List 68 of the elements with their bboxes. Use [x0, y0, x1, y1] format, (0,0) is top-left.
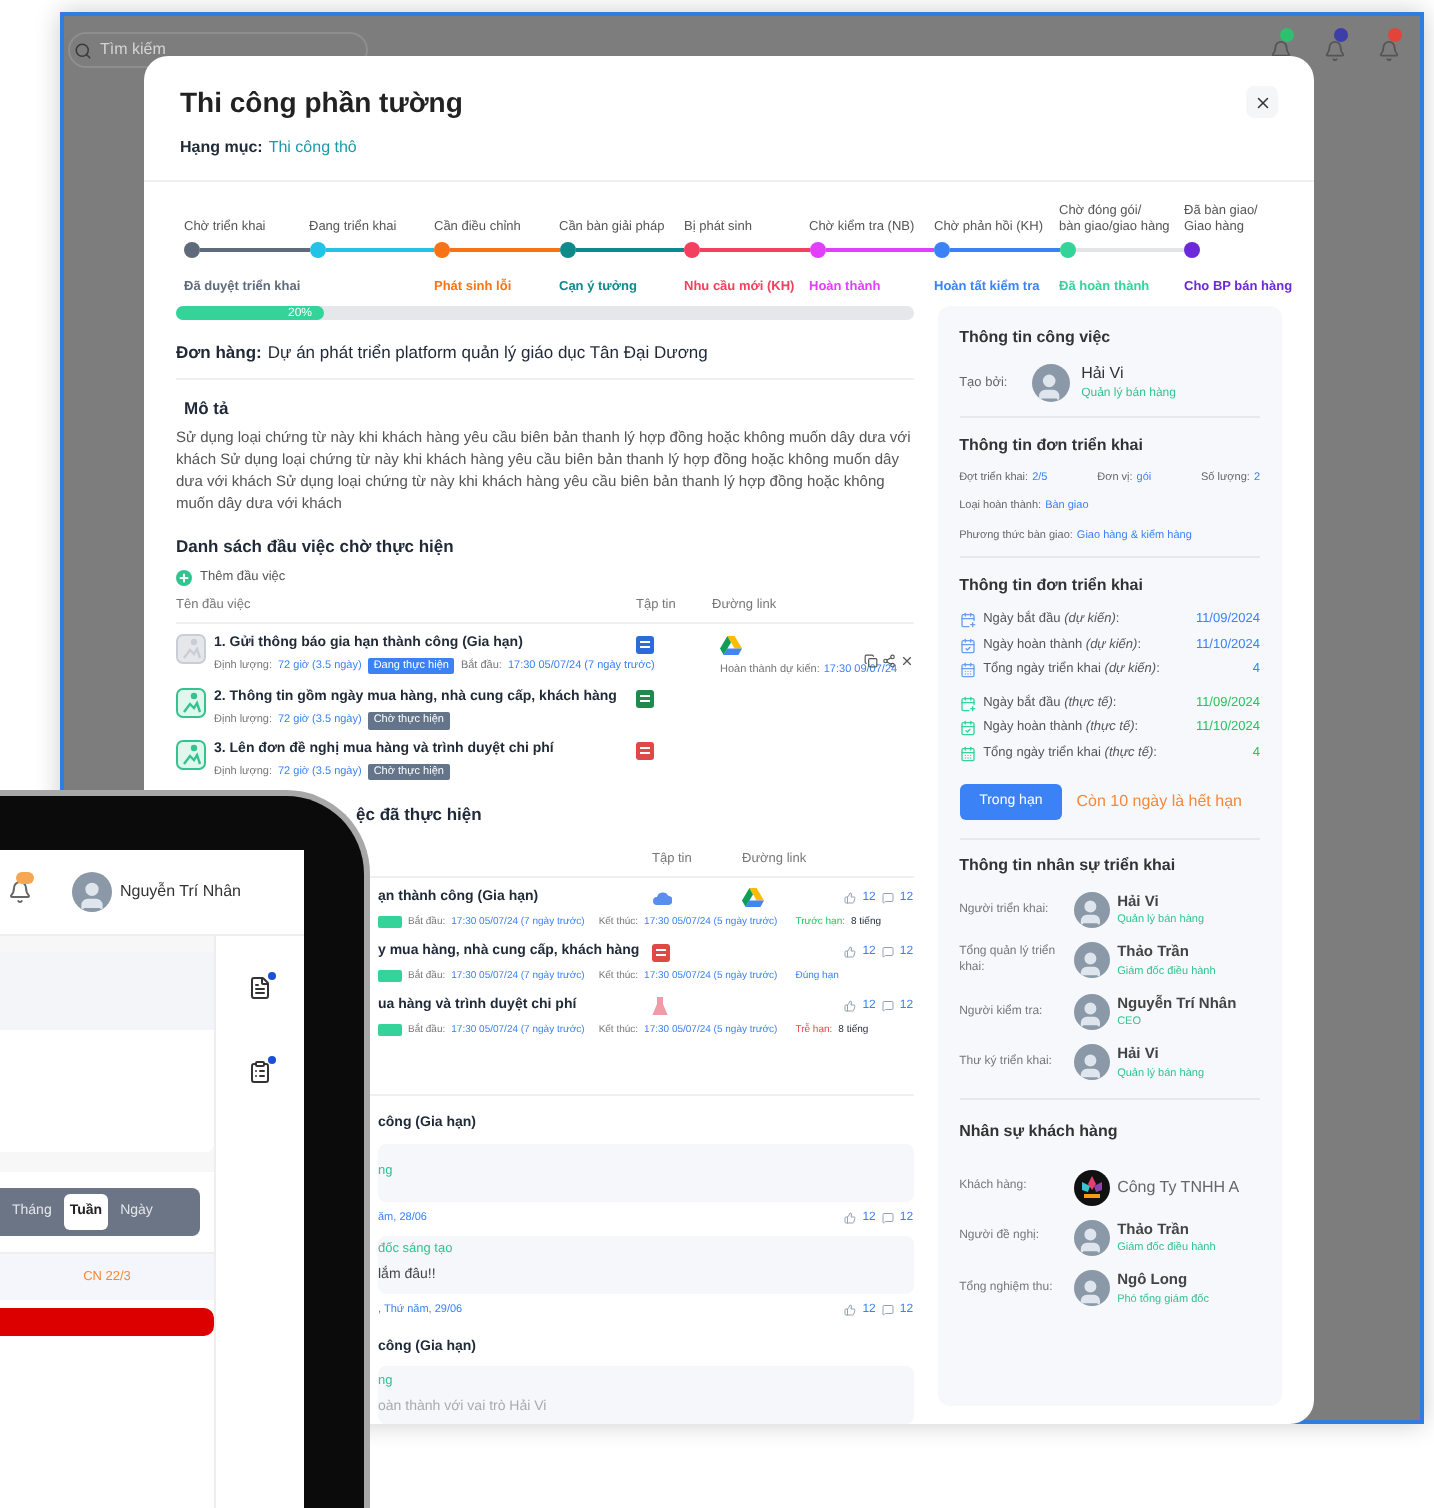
avatar [1073, 942, 1110, 978]
file-icon[interactable] [636, 635, 654, 653]
share-icon[interactable] [881, 653, 896, 667]
avatar [1073, 1044, 1110, 1080]
user-name: Nguyễn Trí Nhân [120, 880, 241, 904]
status-badge [378, 916, 402, 929]
file-icon[interactable] [636, 741, 654, 759]
calendar-check-icon [959, 637, 976, 653]
person-name: Hải Vi [1081, 362, 1126, 386]
section-title: ệc đã thực hiện [356, 804, 482, 825]
comment-icon[interactable] [881, 1212, 894, 1224]
calendar-icon [959, 695, 976, 711]
panel-title: Nhân sự khách hàng [959, 1119, 1120, 1144]
file-icon[interactable] [636, 689, 654, 708]
avatar [1073, 993, 1110, 1029]
category-value: Thi công thô [268, 136, 357, 160]
person-name: Công Ty TNHH A [1117, 1175, 1240, 1200]
task-icon [176, 633, 206, 663]
search-icon [74, 41, 92, 59]
copy-icon[interactable] [863, 653, 878, 667]
order-label: Đơn hàng: [176, 339, 262, 365]
triangle-logo-icon[interactable] [720, 635, 742, 655]
panel-title: Thông tin nhân sự triển khai [959, 853, 1178, 878]
modal-title: Thi công phần tường [180, 84, 463, 122]
avatar [1073, 1219, 1110, 1255]
like-icon[interactable] [844, 1304, 857, 1316]
description-title: Mô tả [182, 395, 231, 421]
calendar-icon [959, 612, 976, 628]
calendar-check-icon [959, 720, 976, 736]
close-button[interactable] [1246, 86, 1278, 118]
avatar [72, 872, 112, 912]
like-icon[interactable] [844, 946, 857, 959]
plus-icon [176, 569, 192, 586]
avatar [1073, 891, 1110, 927]
panel-title: Thông tin đơn triển khai [959, 573, 1145, 598]
panel-title: Thông tin công việc [959, 326, 1113, 350]
search-placeholder: Tìm kiếm [100, 38, 166, 62]
file-icon[interactable] [652, 943, 670, 962]
like-icon[interactable] [844, 892, 857, 905]
like-icon[interactable] [844, 1000, 857, 1013]
comment-icon[interactable] [881, 892, 894, 905]
panel-title: Thông tin đơn triển khai [959, 434, 1145, 458]
avatar [1031, 364, 1070, 402]
avatar [1073, 1270, 1110, 1306]
document-icon[interactable] [248, 976, 272, 1000]
task-icon [176, 739, 206, 769]
status-badge [378, 970, 402, 983]
clipboard-icon[interactable] [248, 1060, 272, 1084]
like-icon[interactable] [844, 1212, 857, 1224]
order-value: Dự án phát triển platform quản lý giáo dục Tân Đại Dương [267, 339, 708, 365]
calendar-icon [959, 745, 976, 761]
comment-icon[interactable] [881, 946, 894, 959]
close-icon [1253, 93, 1271, 111]
bell-icon[interactable] [1270, 39, 1292, 61]
flask-icon[interactable] [652, 996, 668, 1017]
category-label: Hạng mục: [180, 136, 263, 160]
comment-icon[interactable] [881, 1000, 894, 1013]
bell-icon[interactable] [8, 880, 32, 904]
status-badge [378, 1024, 402, 1037]
company-logo [1073, 1169, 1110, 1206]
task-icon [176, 687, 206, 718]
section-title: Danh sách đầu việc chờ thực hiện [176, 534, 456, 560]
cloud-icon[interactable] [652, 890, 672, 907]
close-icon[interactable] [899, 653, 914, 667]
comment-icon[interactable] [881, 1304, 894, 1316]
triangle-logo-icon[interactable] [742, 888, 764, 909]
calendar-icon [959, 662, 976, 678]
remaining-time: Còn 10 ngày là hết hạn [1076, 789, 1242, 814]
